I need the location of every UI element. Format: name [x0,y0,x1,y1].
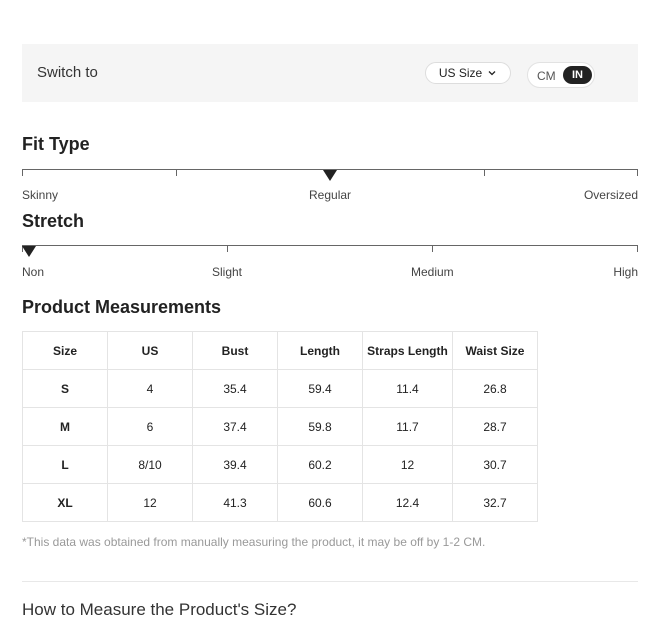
fit-type-tick [637,169,638,176]
size-cell: S [22,369,108,408]
column-header: Straps Length [362,331,453,370]
stretch-label-slight: Slight [212,265,243,279]
table-cell: 39.4 [192,445,278,484]
table-cell: 32.7 [452,483,538,522]
table-cell: 30.7 [452,445,538,484]
fit-type-label-skinny: Skinny [22,188,59,202]
table-header-row: Size US Bust Length Straps Length Waist … [22,331,538,370]
fit-type-marker-icon [323,170,337,181]
table-row: XL 12 41.3 60.6 12.4 32.7 [22,483,538,522]
table-cell: 12 [107,483,193,522]
fit-type-tick [176,169,177,176]
fit-type-tick [22,169,23,176]
table-row: S 4 35.4 59.4 11.4 26.8 [22,369,538,408]
unit-in-option[interactable]: IN [563,66,592,84]
table-cell: 11.7 [362,407,453,446]
table-cell: 4 [107,369,193,408]
measurement-note: *This data was obtained from manually me… [22,535,486,549]
fit-type-title: Fit Type [22,134,90,154]
table-cell: 37.4 [192,407,278,446]
table-cell: 26.8 [452,369,538,408]
fit-type-label-oversized: Oversized [583,188,638,202]
stretch-title: Stretch [22,211,85,231]
size-system-value: US Size [438,66,483,80]
table-cell: 8/10 [107,445,193,484]
table-row: M 6 37.4 59.8 11.7 28.7 [22,407,538,446]
table-cell: 11.4 [362,369,453,408]
table-cell: 60.6 [277,483,363,522]
unit-toggle: CM IN [527,62,595,88]
column-header: Length [277,331,363,370]
table-cell: 12.4 [362,483,453,522]
size-system-select[interactable]: US Size [425,62,511,84]
chevron-down-icon [488,71,496,76]
table-cell: 12 [362,445,453,484]
table-cell: 6 [107,407,193,446]
column-header: Waist Size [452,331,538,370]
size-cell: L [22,445,108,484]
stretch-tick [637,245,638,252]
table-cell: 59.4 [277,369,363,408]
section-divider [22,581,638,582]
measurements-title: Product Measurements [22,297,222,317]
how-to-measure-link[interactable]: How to Measure the Product's Size? [22,600,296,620]
table-cell: 35.4 [192,369,278,408]
stretch-scale [22,245,638,246]
fit-type-tick [484,169,485,176]
stretch-tick [432,245,433,252]
measurements-table: Size US Bust Length Straps Length Waist … [22,331,538,522]
unit-cm-option[interactable]: CM [537,69,556,83]
switch-to-label: Switch to [37,64,98,81]
table-cell: 60.2 [277,445,363,484]
column-header: Bust [192,331,278,370]
column-header: US [107,331,193,370]
size-cell: M [22,407,108,446]
stretch-tick [227,245,228,252]
table-cell: 28.7 [452,407,538,446]
fit-type-label-regular: Regular [309,188,352,202]
column-header: Size [22,331,108,370]
table-cell: 59.8 [277,407,363,446]
table-row: L 8/10 39.4 60.2 12 30.7 [22,445,538,484]
unit-switch-bar: Switch to US Size CM IN [22,44,638,102]
table-cell: 41.3 [192,483,278,522]
stretch-label-non: Non [22,265,45,279]
stretch-label-medium: Medium [411,265,454,279]
size-cell: XL [22,483,108,522]
stretch-marker-icon [22,246,36,257]
stretch-label-high: High [613,265,638,279]
